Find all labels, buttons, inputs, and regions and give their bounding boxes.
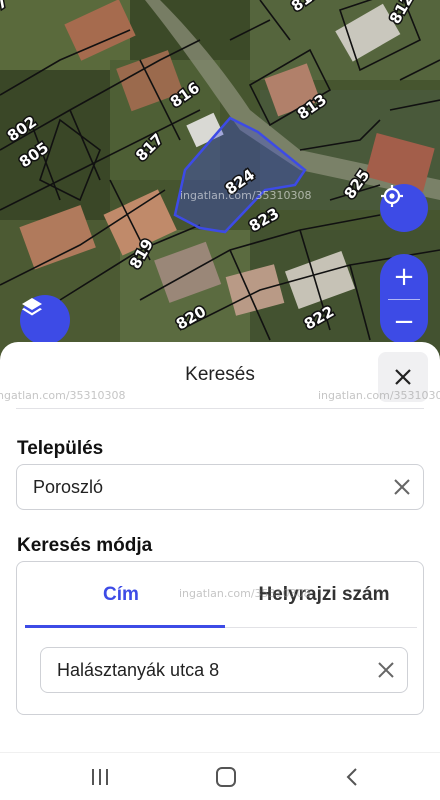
tab-watermark: ingatlan.com/35310308 bbox=[179, 587, 311, 600]
zoom-in-button[interactable]: + bbox=[380, 254, 428, 299]
sheet-watermark-right: ingatlan.com/35310308 bbox=[318, 389, 440, 402]
close-icon bbox=[395, 369, 411, 385]
zoom-controls: + − bbox=[380, 254, 428, 344]
crosshair-icon bbox=[381, 185, 403, 207]
settlement-field[interactable]: Poroszló bbox=[16, 464, 424, 510]
sheet-watermark-left: ingatlan.com/35310308 bbox=[0, 389, 126, 402]
recent-apps-button[interactable] bbox=[85, 763, 115, 791]
search-mode-box: Cím Helyrajzi szám ingatlan.com/35310308… bbox=[16, 561, 424, 715]
sheet-title: Keresés bbox=[185, 364, 255, 385]
cadastral-map[interactable]: 813 813 816 817 802 805 824 825 823 819 … bbox=[0, 0, 440, 360]
layers-icon bbox=[22, 298, 42, 316]
home-button[interactable] bbox=[211, 763, 241, 791]
clear-address-icon[interactable] bbox=[375, 659, 397, 681]
system-nav-bar bbox=[0, 752, 440, 800]
back-button[interactable] bbox=[337, 763, 367, 791]
settlement-value: Poroszló bbox=[33, 477, 104, 497]
clear-settlement-icon[interactable] bbox=[391, 476, 413, 498]
address-field[interactable]: Halásztanyák utca 8 bbox=[40, 647, 408, 693]
layers-button[interactable] bbox=[20, 295, 70, 345]
address-value: Halásztanyák utca 8 bbox=[57, 660, 220, 680]
sheet-divider bbox=[16, 408, 424, 409]
recent-apps-icon bbox=[92, 769, 108, 785]
settlement-label: Település bbox=[17, 438, 104, 459]
zoom-out-button[interactable]: − bbox=[380, 299, 428, 344]
search-mode-label: Keresés módja bbox=[17, 535, 153, 556]
back-icon bbox=[346, 768, 357, 786]
map-watermark: ingatlan.com/35310308 bbox=[180, 189, 312, 202]
locate-me-button[interactable] bbox=[380, 184, 428, 232]
active-tab-indicator bbox=[25, 625, 225, 628]
search-sheet: Keresés ingatlan.com/35310308 ingatlan.c… bbox=[0, 342, 440, 752]
home-icon bbox=[216, 767, 236, 787]
